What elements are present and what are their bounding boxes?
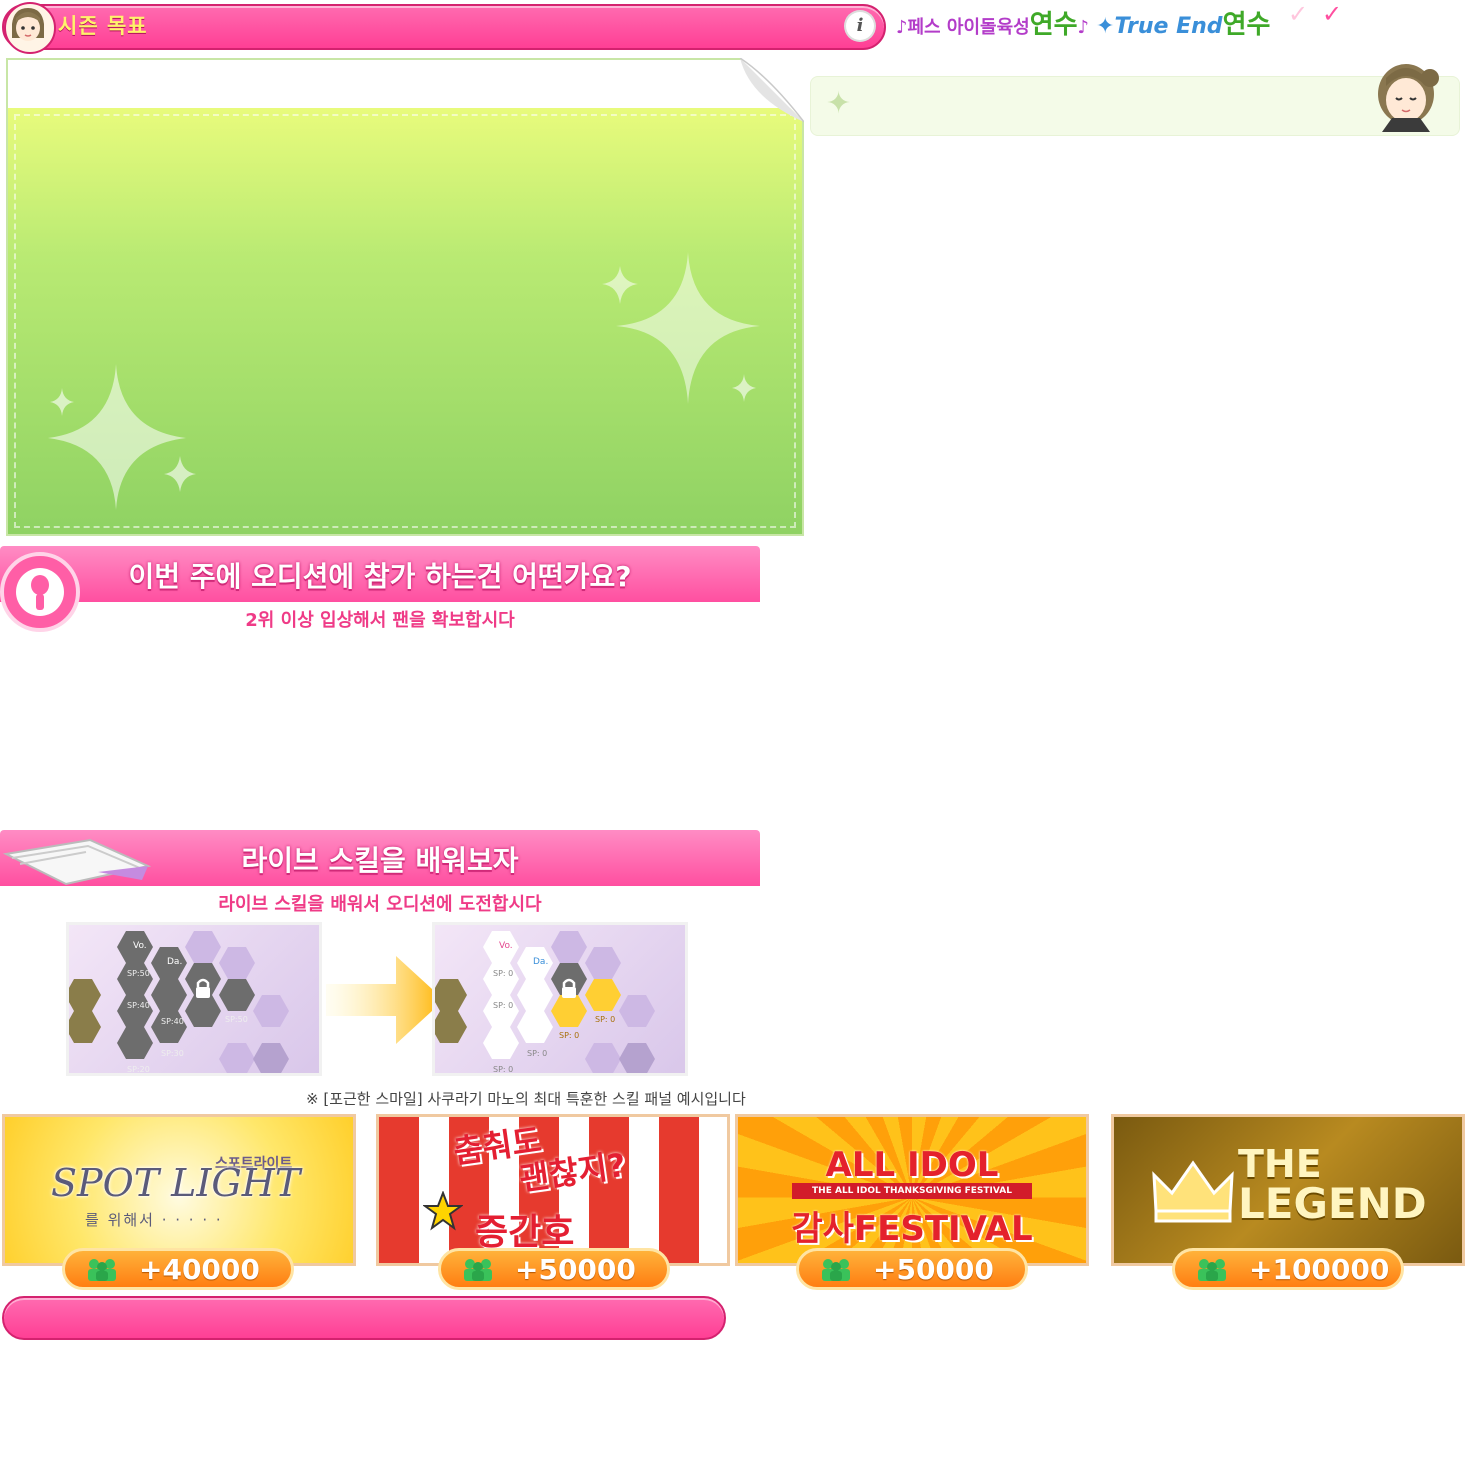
event-name-sub: THE ALL IDOL THANKSGIVING FESTIVAL — [792, 1183, 1032, 1199]
fan-reward-value: +40000 — [139, 1253, 260, 1286]
check-icon: ✓ — [1288, 0, 1309, 28]
event-name-sub: 를 위해서 · · · · · — [85, 1211, 223, 1229]
skill-title: 라이브 스킬을 배워보자 — [241, 844, 519, 877]
skill-panel-before-image: Vo. Da. SP:50 SP:50 SP:40 SP:40 SP:30 SP… — [66, 922, 322, 1076]
sparkle-icon — [48, 364, 196, 510]
fes-logo-suffix: 연수 — [1029, 10, 1078, 40]
footer-bar — [2, 1296, 726, 1340]
page-curl — [740, 58, 804, 122]
event-name-main: SPOT LIGHT — [51, 1161, 301, 1205]
skill-label: Da. — [167, 957, 183, 967]
skill-label: SP: 0 — [527, 1049, 548, 1058]
fan-reward-pill: +40000 — [62, 1248, 294, 1290]
skill-label: SP: 0 — [559, 1031, 580, 1040]
skill-panel-after-image: Vo. Da. SP: 0 SP: 0 SP: 0 SP: 0 SP: 0 SP… — [432, 922, 688, 1076]
skill-label: SP:20 — [127, 1065, 150, 1074]
sparkle-icon: ✦ — [826, 86, 852, 121]
skill-label: SP:40 — [127, 1001, 150, 1010]
fes-logo-prefix: 페스 아이돌육성 — [907, 17, 1030, 38]
skill-label: SP:30 — [161, 1049, 184, 1058]
producer-avatar — [4, 2, 56, 54]
event-card-festival[interactable]: ALL IDOL THE ALL IDOL THANKSGIVING FESTI… — [735, 1114, 1089, 1266]
page-title: 시즌 목표 — [58, 14, 148, 38]
fan-reward-pill: +50000 — [438, 1248, 670, 1290]
trueend-training-logo: ✦True End연수 — [1096, 10, 1271, 40]
lock-icon — [562, 978, 576, 998]
arrow-right-icon — [326, 956, 444, 1044]
event-card-dance[interactable]: 춤춰도 괜찮지? 증간호 — [376, 1114, 730, 1266]
check-icon: ✓ — [1322, 0, 1343, 28]
fans-icon — [1198, 1259, 1226, 1281]
skill-label: SP: 0 — [493, 1065, 514, 1074]
skill-label: SP:40 — [161, 1017, 184, 1026]
event-name-main: 감사FESTIVAL — [791, 1209, 1033, 1249]
fans-icon — [464, 1259, 492, 1281]
star-icon — [423, 1191, 463, 1231]
skill-label: SP: 0 — [595, 1015, 616, 1024]
fans-icon — [88, 1259, 116, 1281]
skill-label: Da. — [533, 957, 549, 967]
trueend-logo-suffix: 연수 — [1222, 10, 1271, 40]
message-bar — [810, 76, 1460, 136]
skill-panel-note: ※ [포근한 스마일] 사쿠라기 마노의 최대 특훈한 스킬 패널 예시입니다 — [306, 1090, 746, 1108]
skill-label: Vo. — [133, 941, 147, 951]
fan-reward-value: +50000 — [873, 1253, 994, 1286]
fans-icon — [822, 1259, 850, 1281]
fan-reward-value: +50000 — [515, 1253, 636, 1286]
event-name-top: THE — [1238, 1142, 1322, 1186]
skill-label: SP: 0 — [493, 969, 514, 978]
fes-training-logo: ♪페스 아이돌육성연수♪ — [896, 10, 1090, 40]
event-name-top: ALL IDOL — [825, 1145, 999, 1185]
lock-icon — [196, 978, 210, 998]
skill-subtitle: 라이브 스킬을 배워서 오디션에 도전합시다 — [218, 894, 542, 915]
skill-label: SP:50 — [127, 969, 150, 978]
fan-reward-value: +100000 — [1249, 1253, 1390, 1286]
skill-label: Vo. — [499, 941, 513, 951]
audition-subtitle: 2위 이상 입상해서 팬을 확보합시다 — [245, 610, 515, 631]
event-card-spotlight[interactable]: 스포트라이트 SPOT LIGHT 를 위해서 · · · · · — [2, 1114, 356, 1266]
info-icon[interactable]: i — [846, 12, 874, 40]
goal-panel-header — [8, 60, 748, 108]
audition-title: 이번 주에 오디션에 참가 하는건 어떤가요? — [128, 560, 632, 593]
fan-reward-pill: +100000 — [1172, 1248, 1404, 1290]
trueend-logo-prefix: True End — [1114, 14, 1223, 39]
assistant-character-icon — [1378, 64, 1439, 132]
skill-label: SP: 0 — [493, 1001, 514, 1010]
event-card-legend[interactable]: THE LEGEND — [1111, 1114, 1465, 1266]
event-name-main: LEGEND — [1238, 1179, 1427, 1228]
fan-reward-pill: +50000 — [796, 1248, 1028, 1290]
crown-icon — [1152, 1160, 1234, 1223]
sparkle-icon — [602, 252, 760, 404]
skill-label: SP:50 — [225, 1015, 248, 1024]
